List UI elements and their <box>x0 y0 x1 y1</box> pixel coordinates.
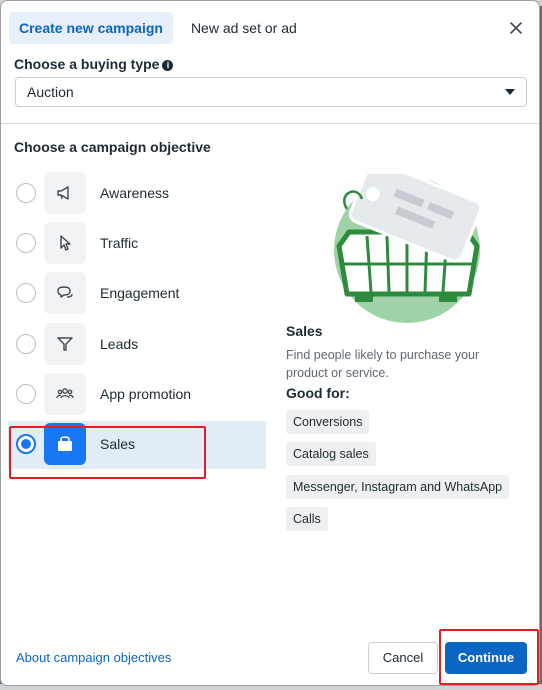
buying-type-value: Auction <box>27 84 74 100</box>
objective-engagement[interactable]: Engagement <box>8 270 266 318</box>
people-icon <box>44 373 86 415</box>
cursor-icon <box>44 222 86 264</box>
dialog-tabs: Create new campaign New ad set or ad <box>9 12 307 44</box>
good-for-chip: Calls <box>286 507 328 531</box>
objective-label: Traffic <box>100 235 139 251</box>
megaphone-icon <box>44 172 86 214</box>
radio-traffic[interactable] <box>16 233 36 253</box>
objective-label: Engagement <box>100 285 180 301</box>
good-for-chip: Catalog sales <box>286 442 376 466</box>
radio-awareness[interactable] <box>16 183 36 203</box>
objective-app-promotion[interactable]: App promotion <box>8 371 266 419</box>
tab-create-new-campaign[interactable]: Create new campaign <box>9 12 173 44</box>
about-campaign-objectives-link[interactable]: About campaign objectives <box>16 650 171 665</box>
close-icon <box>510 22 522 34</box>
radio-engagement[interactable] <box>16 283 36 303</box>
buying-type-label: Choose a buying type i <box>14 56 174 72</box>
sales-illustration <box>327 160 487 324</box>
info-icon[interactable]: i <box>162 60 174 71</box>
objective-awareness[interactable]: Awareness <box>8 170 266 218</box>
radio-app-promotion[interactable] <box>16 384 36 404</box>
buying-type-label-text: Choose a buying type <box>14 56 160 72</box>
highlight-sales <box>9 426 206 479</box>
close-button[interactable] <box>506 18 526 38</box>
divider <box>1 123 539 124</box>
detail-title: Sales <box>286 323 323 339</box>
objective-leads[interactable]: Leads <box>8 321 266 369</box>
chat-bubble-icon <box>44 272 86 314</box>
objective-heading: Choose a campaign objective <box>14 139 211 155</box>
buying-type-select[interactable]: Auction <box>15 77 527 107</box>
good-for-chip: Messenger, Instagram and WhatsApp <box>286 475 510 499</box>
objective-traffic[interactable]: Traffic <box>8 220 266 268</box>
good-for-label: Good for: <box>286 385 350 401</box>
good-for-chip: Conversions <box>286 410 370 434</box>
objective-label: Awareness <box>100 185 170 201</box>
highlight-continue <box>439 629 539 685</box>
chevron-down-icon <box>505 89 515 95</box>
detail-description: Find people likely to purchase your prod… <box>286 348 480 380</box>
create-campaign-dialog: Create new campaign New ad set or ad Cho… <box>1 1 539 685</box>
objective-label: App promotion <box>100 386 192 402</box>
objective-label: Leads <box>100 336 139 352</box>
radio-leads[interactable] <box>16 334 36 354</box>
cancel-button[interactable]: Cancel <box>368 642 438 674</box>
tab-new-ad-set-or-ad[interactable]: New ad set or ad <box>181 12 307 44</box>
funnel-icon <box>44 323 86 365</box>
